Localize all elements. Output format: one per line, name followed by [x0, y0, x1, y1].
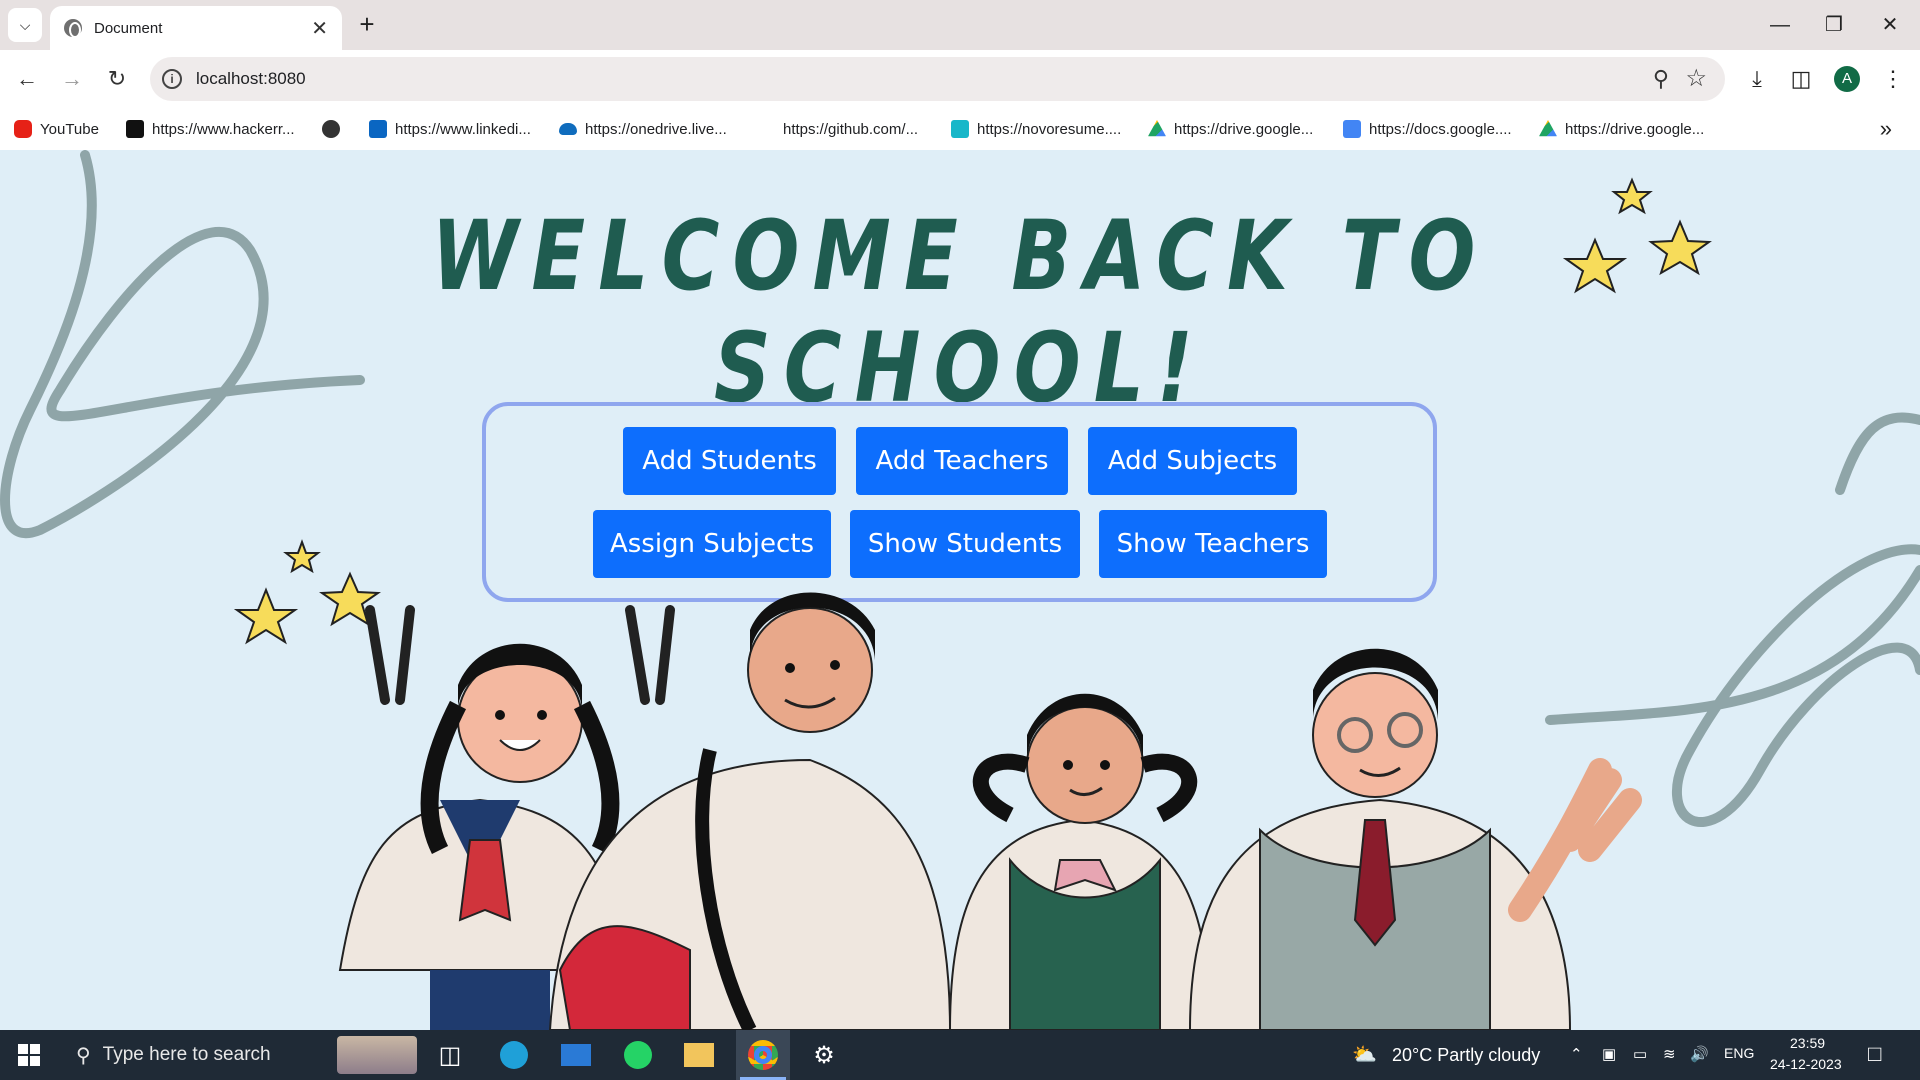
zoom-icon[interactable]: ⚲ — [1653, 66, 1669, 92]
novoresume-icon — [951, 120, 969, 138]
docs-icon — [1343, 120, 1361, 138]
student-girl-pinafore — [948, 693, 1212, 1030]
bookmarks-bar: YouTube https://www.hackerr... https://w… — [0, 108, 1920, 150]
minimize-button[interactable]: — — [1752, 8, 1808, 42]
download-icon[interactable]: ⤓ — [1742, 64, 1772, 94]
globe-icon — [64, 19, 82, 38]
edge-icon[interactable] — [495, 1036, 533, 1074]
add-students-button[interactable]: Add Students — [623, 427, 836, 495]
show-teachers-button[interactable]: Show Teachers — [1099, 510, 1327, 578]
add-teachers-button[interactable]: Add Teachers — [856, 427, 1068, 495]
hackerrank-icon — [126, 120, 144, 138]
onedrive-icon — [559, 123, 577, 135]
add-subjects-button[interactable]: Add Subjects — [1088, 427, 1297, 495]
notifications-icon[interactable]: □ — [1868, 1041, 1881, 1067]
weather-icon[interactable]: ⛅ — [1352, 1042, 1377, 1067]
search-icon: ⚲ — [76, 1044, 91, 1067]
page-title: WELCOME BACK TO SCHOOL! — [431, 200, 1489, 424]
linkedin-icon — [369, 120, 387, 138]
meet-now-icon[interactable]: ▣ — [1602, 1045, 1616, 1063]
bookmark-onedrive[interactable]: https://onedrive.live... — [559, 118, 727, 140]
browser-tab[interactable]: Document ✕ — [50, 6, 342, 50]
menu-icon[interactable]: ⋮ — [1878, 64, 1908, 94]
bookmark-drive-1[interactable]: https://drive.google... — [1148, 118, 1313, 140]
students-illustration — [338, 592, 1642, 1030]
close-window-button[interactable]: ✕ — [1862, 8, 1918, 42]
close-tab-icon[interactable]: ✕ — [311, 16, 328, 41]
globe-icon — [322, 120, 340, 138]
chrome-icon[interactable] — [744, 1036, 782, 1074]
clock-date[interactable]: 24-12-2023 — [1770, 1056, 1842, 1072]
show-hidden-icons-icon[interactable]: ⌃ — [1570, 1045, 1583, 1063]
wifi-icon[interactable]: ≋ — [1663, 1045, 1676, 1063]
youtube-icon — [14, 120, 32, 138]
bookmarks-overflow-icon[interactable]: » — [1880, 116, 1892, 142]
url-text: localhost:8080 — [196, 69, 306, 88]
tab-strip: ⌵ Document ✕ + — ❐ ✕ — [0, 0, 1920, 50]
tab-title: Document — [94, 19, 163, 37]
profile-avatar[interactable]: A — [1834, 66, 1860, 92]
chevron-down-icon: ⌵ — [19, 16, 31, 33]
windows-start-icon[interactable] — [18, 1044, 40, 1066]
task-view-icon[interactable]: ◫ — [431, 1036, 469, 1074]
search-highlight-icon[interactable] — [334, 1036, 420, 1074]
taskbar-search-placeholder: Type here to search — [102, 1044, 271, 1065]
new-tab-button[interactable]: + — [352, 10, 382, 40]
forward-button[interactable]: → — [55, 62, 89, 96]
bookmark-drive-2[interactable]: https://drive.google... — [1539, 118, 1704, 140]
bookmark-github[interactable]: https://github.com/... — [757, 118, 918, 140]
whatsapp-icon[interactable] — [619, 1036, 657, 1074]
mail-icon[interactable] — [557, 1036, 595, 1074]
bookmark-globe[interactable] — [322, 118, 348, 140]
site-info-icon[interactable]: i — [162, 69, 182, 89]
bookmark-hackerrank[interactable]: https://www.hackerr... — [126, 118, 295, 140]
reload-button[interactable]: ↻ — [100, 62, 134, 96]
battery-icon[interactable]: ▭ — [1633, 1045, 1647, 1063]
settings-gear-icon[interactable]: ⚙ — [805, 1036, 843, 1074]
browser-toolbar: ← → ↻ i localhost:8080 ⚲ ☆ ⤓ ◫ ⋮ — [0, 50, 1920, 108]
drive-icon — [1539, 120, 1557, 137]
bookmark-youtube[interactable]: YouTube — [14, 118, 99, 140]
weather-text[interactable]: 20°C Partly cloudy — [1392, 1045, 1540, 1066]
assign-subjects-button[interactable]: Assign Subjects — [593, 510, 831, 578]
restore-button[interactable]: ❐ — [1806, 8, 1862, 42]
side-panel-icon[interactable]: ◫ — [1786, 64, 1816, 94]
file-explorer-icon[interactable] — [680, 1036, 718, 1074]
windows-taskbar: ⚲ Type here to search ◫ ⚙ ⛅ 20°C Partly … — [0, 1030, 1920, 1080]
tab-search-button[interactable]: ⌵ — [8, 8, 42, 42]
address-bar[interactable]: i localhost:8080 ⚲ ☆ — [150, 57, 1725, 101]
github-icon — [757, 120, 775, 138]
student-boy-glasses — [1188, 648, 1642, 1030]
bookmark-novoresume[interactable]: https://novoresume.... — [951, 118, 1121, 140]
clock-time[interactable]: 23:59 — [1790, 1035, 1825, 1051]
show-students-button[interactable]: Show Students — [850, 510, 1080, 578]
bookmark-linkedin[interactable]: https://www.linkedi... — [369, 118, 531, 140]
back-button[interactable]: ← — [10, 62, 44, 96]
bookmark-star-icon[interactable]: ☆ — [1685, 64, 1707, 93]
language-indicator[interactable]: ENG — [1724, 1045, 1754, 1061]
volume-icon[interactable]: 🔊 — [1690, 1045, 1709, 1063]
bookmark-docs[interactable]: https://docs.google.... — [1343, 118, 1512, 140]
page-viewport: WELCOME BACK TO SCHOOL! Add Students Add… — [0, 150, 1920, 1030]
drive-icon — [1148, 120, 1166, 137]
